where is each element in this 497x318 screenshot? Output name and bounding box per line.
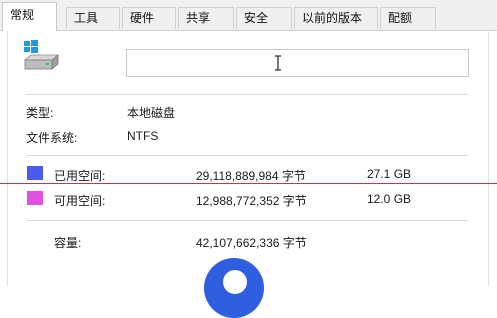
used-space-swatch bbox=[27, 166, 43, 180]
tab-quota[interactable]: 配额 bbox=[380, 7, 436, 29]
pane-border bbox=[7, 30, 8, 286]
text-cursor-icon bbox=[275, 55, 281, 71]
pane-border bbox=[488, 30, 489, 286]
used-space-bytes: 29,118,889,984 字节 bbox=[196, 169, 306, 183]
type-label: 类型: bbox=[26, 106, 54, 120]
used-space-label: 已用空间: bbox=[54, 169, 106, 183]
free-space-bytes: 12,988,772,352 字节 bbox=[196, 194, 307, 208]
tab-general[interactable]: 常规 bbox=[2, 2, 57, 31]
tab-security[interactable]: 安全 bbox=[236, 7, 292, 29]
filesystem-value: NTFS bbox=[127, 129, 159, 143]
capacity-label: 容量: bbox=[54, 236, 82, 250]
tab-tools[interactable]: 工具 bbox=[66, 7, 120, 29]
tab-hardware[interactable]: 硬件 bbox=[122, 7, 176, 29]
drive-name-input[interactable] bbox=[126, 49, 469, 77]
free-space-swatch bbox=[27, 191, 43, 205]
divider bbox=[26, 155, 468, 156]
usage-chart-center bbox=[223, 270, 247, 294]
used-space-size: 27.1 GB bbox=[367, 167, 412, 181]
divider bbox=[26, 94, 468, 95]
drive-icon bbox=[23, 40, 60, 70]
free-space-label: 可用空间: bbox=[54, 194, 106, 208]
tab-strip: 常规 工具 硬件 共享 安全 以前的版本 配额 bbox=[0, 0, 497, 31]
divider bbox=[26, 220, 468, 221]
tab-previous-versions[interactable]: 以前的版本 bbox=[294, 7, 378, 29]
filesystem-label: 文件系统: bbox=[26, 131, 78, 145]
capacity-bytes: 42,107,662,336 字节 bbox=[196, 236, 307, 250]
free-space-size: 12.0 GB bbox=[367, 192, 412, 206]
tab-sharing[interactable]: 共享 bbox=[178, 7, 234, 29]
type-value: 本地磁盘 bbox=[127, 106, 176, 120]
annotation-line bbox=[0, 183, 497, 184]
